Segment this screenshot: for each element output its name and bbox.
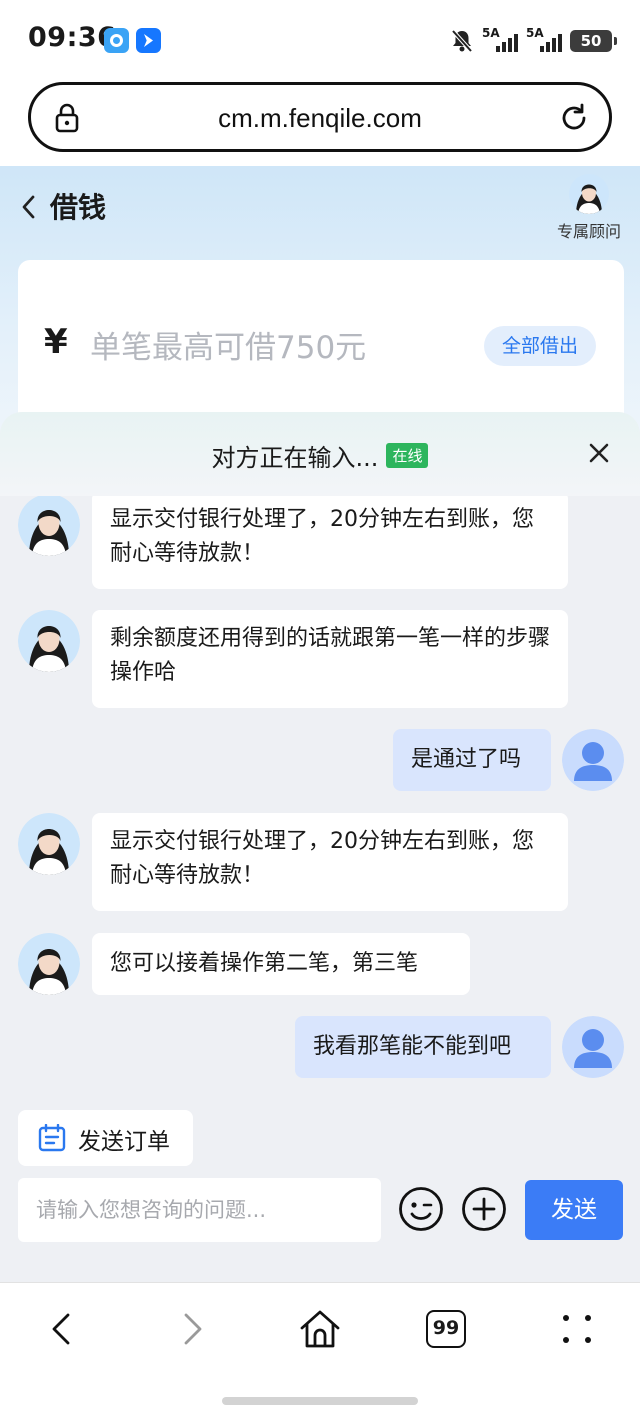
borrow-all-button[interactable]: 全部借出 (483, 326, 596, 366)
app-notification-icon (104, 28, 129, 53)
nav-menu-icon[interactable] (555, 1307, 599, 1351)
browser-nav-bar: 99 (0, 1282, 640, 1416)
agent-avatar (18, 610, 80, 672)
message-item: 显示交付银行处理了，20分钟左右到账，您耐心等待放款！ (0, 496, 640, 606)
amount-input[interactable]: 单笔最高可借750元 (90, 322, 366, 367)
page-title: 借钱 (50, 191, 107, 224)
user-avatar (562, 1016, 624, 1078)
message-item: 我看那笔能不能到吧 (0, 1016, 640, 1086)
message-bubble: 是通过了吗 (393, 729, 551, 791)
status-bar: 09:36 5A 5A 50 (0, 0, 640, 80)
message-bubble: 显示交付银行处理了，20分钟左右到账，您耐心等待放款！ (92, 496, 568, 589)
nav-forward-icon[interactable] (170, 1307, 214, 1351)
calendar-icon (38, 1124, 66, 1152)
agent-avatar (18, 496, 80, 556)
chat-input[interactable] (18, 1178, 381, 1242)
agent-avatar (18, 933, 80, 995)
signal-2: 5A (526, 26, 562, 54)
chat-panel: 对方正在输入... 在线 显示交付银行处理了，20分钟左右到账，您耐心等待放款！ … (0, 412, 640, 1282)
url-text[interactable]: cm.m.fenqile.com (31, 103, 609, 134)
send-order-label: 发送订单 (78, 1129, 170, 1155)
home-indicator (222, 1397, 418, 1405)
battery-indicator: 50 (570, 30, 617, 52)
message-item: 剩余额度还用得到的话就跟第一笔一样的步骤操作哈 (0, 610, 640, 720)
nav-tabs-button[interactable]: 99 (426, 1310, 466, 1348)
close-icon[interactable] (588, 442, 610, 464)
page-header: 借钱 专属顾问 ¥ 单笔最高可借750元 全部借出 (0, 166, 640, 450)
status-indicators: 5A 5A 50 (450, 26, 617, 56)
reload-icon[interactable] (557, 101, 591, 135)
plus-icon[interactable] (461, 1186, 507, 1232)
back-arrow-icon[interactable] (18, 192, 40, 222)
advisor-avatar (569, 174, 609, 214)
app-notification-icon-2 (136, 28, 161, 53)
mute-bell-icon (451, 29, 473, 53)
message-bubble: 显示交付银行处理了，20分钟左右到账，您耐心等待放款！ (92, 813, 568, 911)
emoji-icon[interactable] (398, 1186, 444, 1232)
chat-header: 对方正在输入... 在线 (0, 412, 640, 496)
agent-avatar (18, 813, 80, 875)
message-item: 显示交付银行处理了，20分钟左右到账，您耐心等待放款！ (0, 813, 640, 923)
advisor-label: 专属顾问 (556, 222, 621, 241)
address-bar[interactable]: cm.m.fenqile.com (28, 82, 612, 152)
advisor-button[interactable]: 专属顾问 (554, 174, 624, 242)
nav-home-icon[interactable] (298, 1307, 342, 1351)
message-bubble: 您可以接着操作第二笔，第三笔 (92, 933, 470, 995)
chat-title: 对方正在输入... (211, 444, 379, 472)
nav-back-icon[interactable] (40, 1307, 84, 1351)
send-button[interactable]: 发送 (525, 1180, 623, 1240)
user-avatar (562, 729, 624, 791)
online-status-badge: 在线 (386, 443, 429, 468)
message-list: 显示交付银行处理了，20分钟左右到账，您耐心等待放款！ 剩余额度还用得到的话就跟… (0, 496, 640, 1162)
message-bubble: 我看那笔能不能到吧 (295, 1016, 551, 1078)
message-bubble: 剩余额度还用得到的话就跟第一笔一样的步骤操作哈 (92, 610, 568, 708)
message-item: 是通过了吗 (0, 729, 640, 799)
message-item: 您可以接着操作第二笔，第三笔 (0, 933, 640, 1003)
signal-1: 5A (482, 26, 518, 54)
currency-symbol: ¥ (44, 322, 68, 362)
send-order-button[interactable]: 发送订单 (18, 1110, 193, 1166)
